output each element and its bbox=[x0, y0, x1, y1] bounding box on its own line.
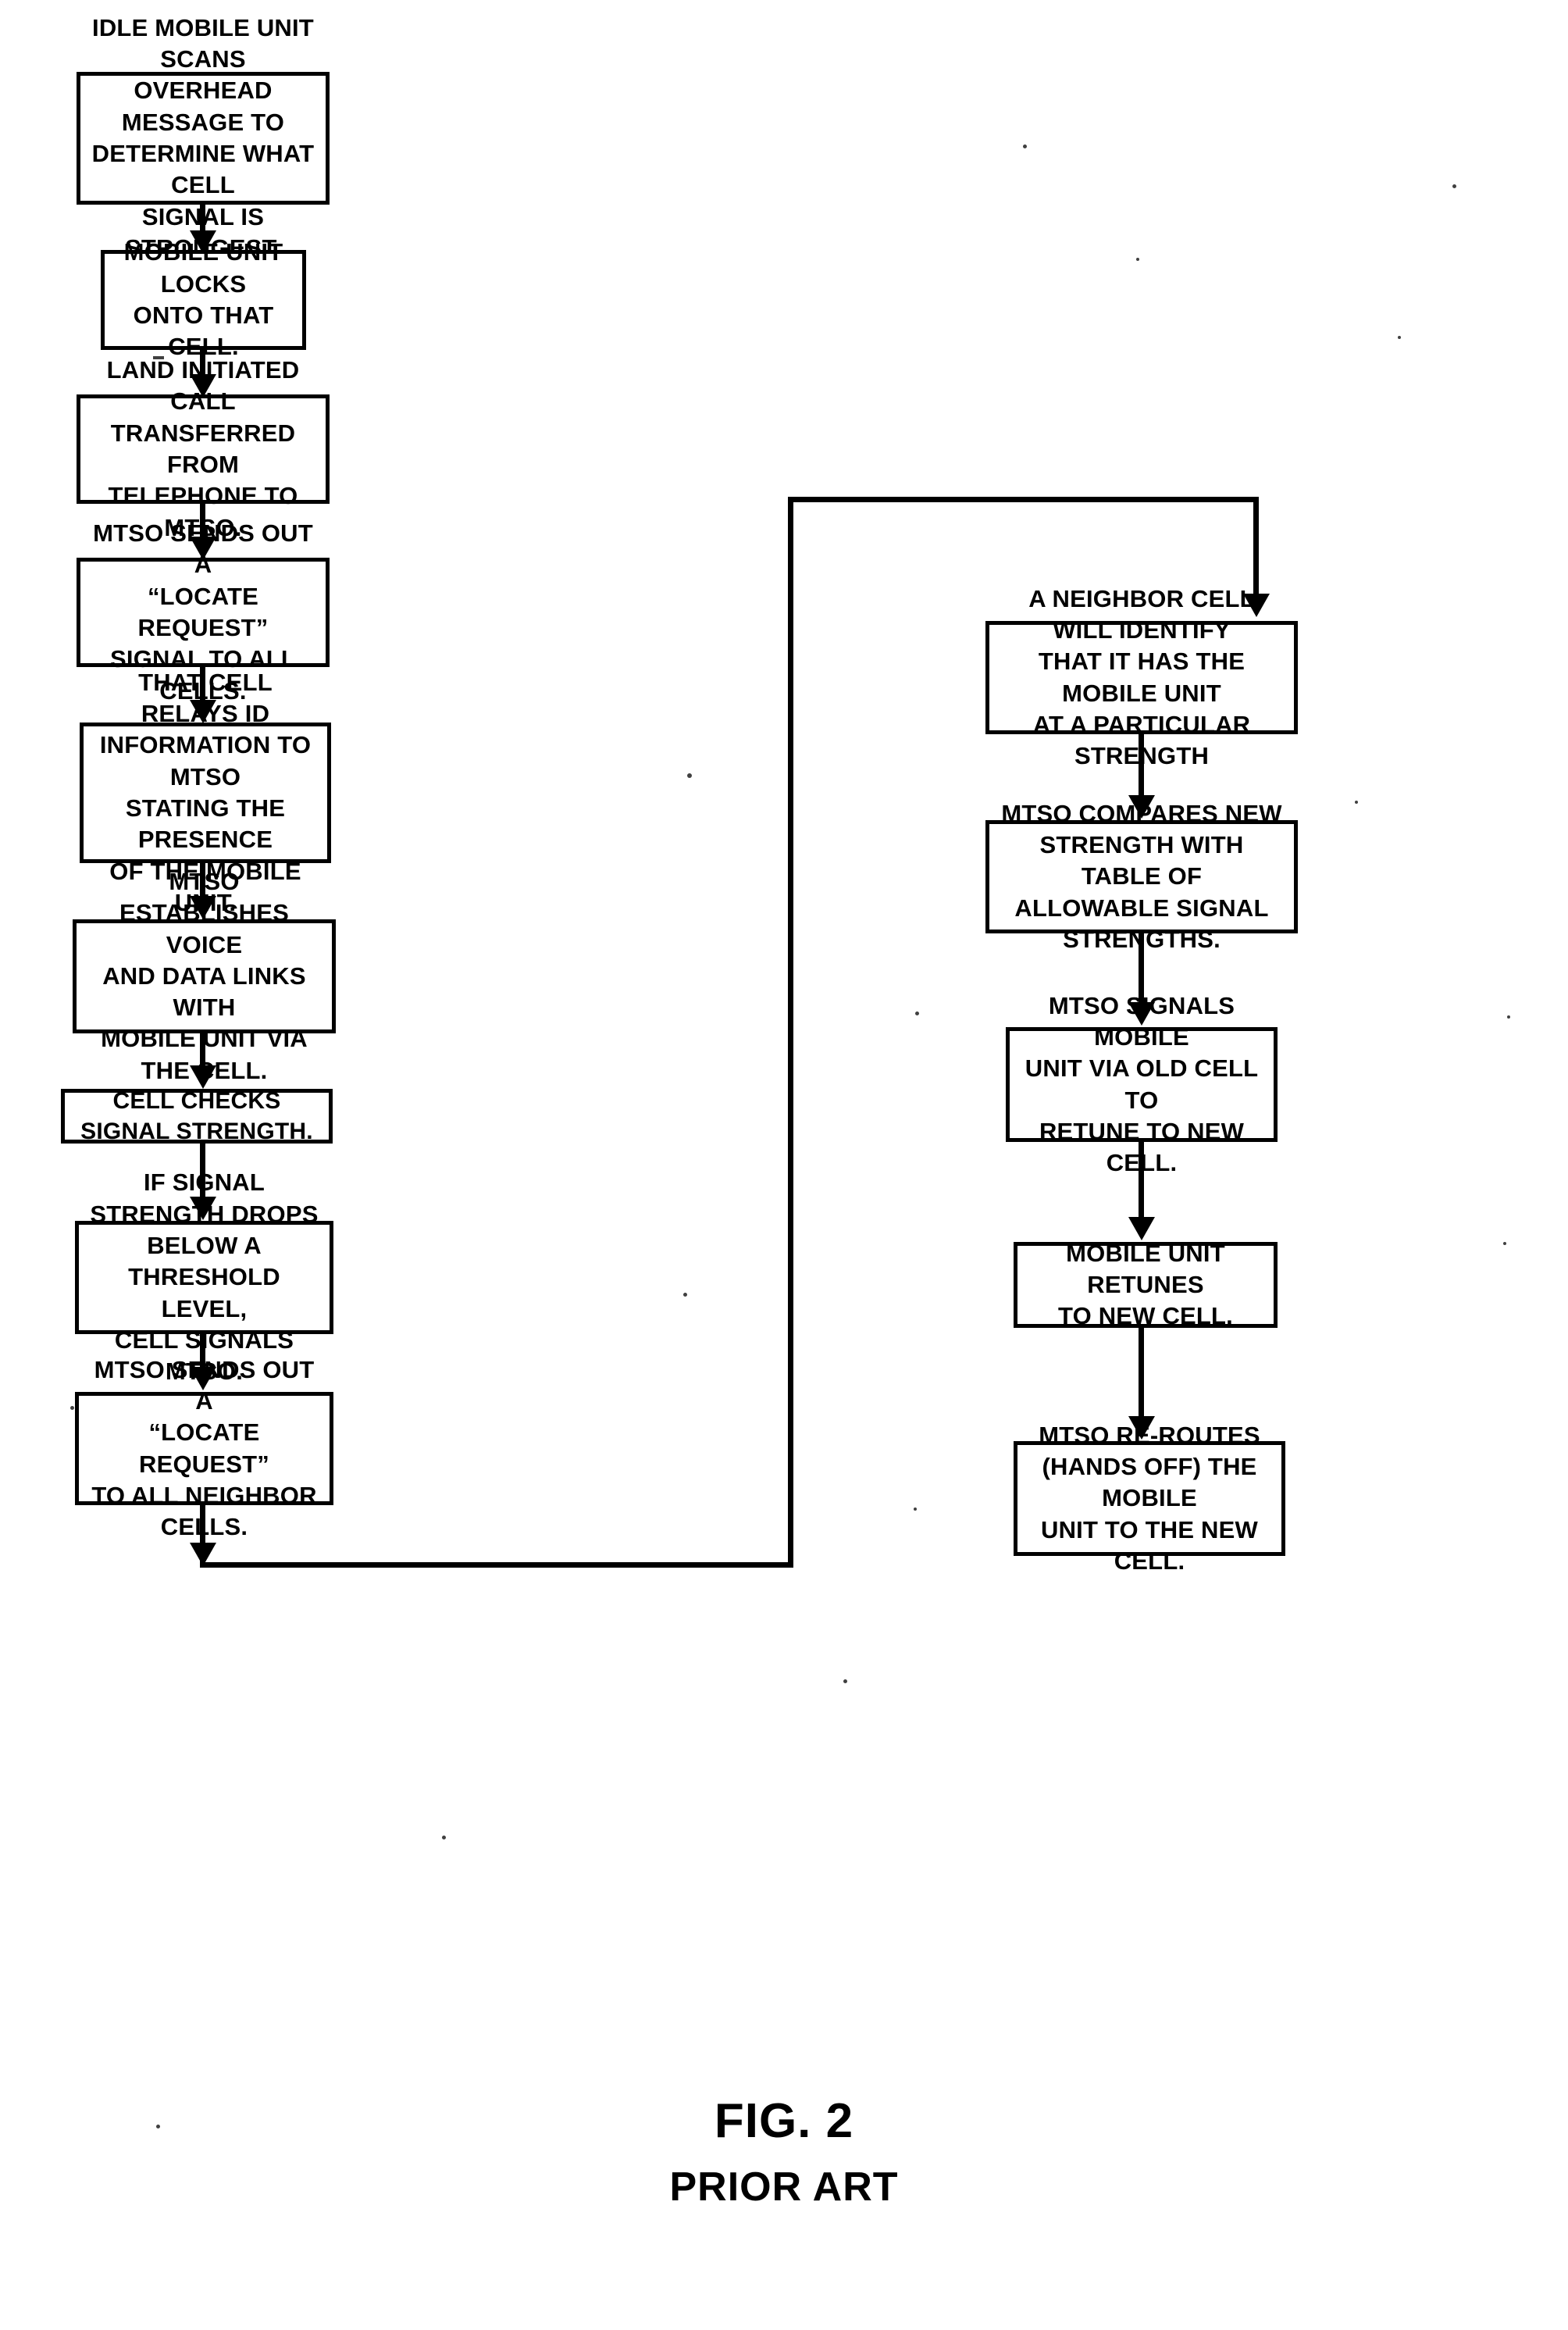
connector-r3-r4-line bbox=[1139, 1142, 1144, 1217]
connector-l7-l8-arrowhead bbox=[190, 1197, 216, 1220]
process-box-mtso-signals-mobile-unit-retune: MTSO SIGNALS MOBILE UNIT VIA OLD CELL TO… bbox=[1006, 992, 1278, 1176]
connector-r2-r3-arrowhead bbox=[1128, 1002, 1155, 1026]
figure-number-label: FIG. 2 bbox=[0, 2093, 1568, 2149]
connector-l5-l6-arrowhead bbox=[190, 896, 216, 919]
process-box-text: MOBILE UNIT LOCKS ONTO THAT CELL. bbox=[123, 238, 283, 361]
connector-l8-l9-arrowhead bbox=[190, 1367, 216, 1390]
connector-r4-r5-arrowhead bbox=[1128, 1416, 1155, 1440]
process-box-text: CELL CHECKS SIGNAL STRENGTH. bbox=[80, 1088, 313, 1144]
connector-l7-l8-line bbox=[200, 1144, 205, 1197]
process-box-cell-relays-id-information: THAT CELL RELAYS ID INFORMATION TO MTSO … bbox=[80, 669, 331, 916]
process-box-cell-checks-signal-strength: CELL CHECKS SIGNAL STRENGTH. bbox=[61, 1088, 333, 1144]
process-box-if-signal-strength-drops: IF SIGNAL STRENGTH DROPS BELOW A THRESHO… bbox=[75, 1169, 333, 1385]
connector-loop-arrowhead-into-r1 bbox=[1243, 594, 1270, 617]
process-box-mtso-establishes-voice-data-links: MTSO ESTABLISHES VOICE AND DATA LINKS WI… bbox=[73, 868, 336, 1084]
process-box-text: MTSO COMPARES NEW STRENGTH WITH TABLE OF… bbox=[1001, 799, 1282, 953]
process-box-mobile-unit-retunes: MOBILE UNIT RETUNES TO NEW CELL. bbox=[1014, 1240, 1278, 1329]
scan-speck bbox=[70, 1406, 74, 1410]
process-box-mtso-sends-locate-request-all-cells: MTSO SENDS OUT A “LOCATE REQUEST” SIGNAL… bbox=[77, 519, 330, 705]
scan-speck bbox=[153, 356, 164, 359]
connector-l6-l7-line bbox=[200, 1033, 205, 1066]
scan-speck bbox=[1355, 801, 1358, 804]
connector-l2-l3-arrowhead bbox=[190, 374, 216, 398]
connector-r1-r2-line bbox=[1139, 734, 1144, 795]
scan-speck bbox=[1023, 145, 1027, 148]
process-box-mtso-re-routes-hands-off: MTSO RE-ROUTES (HANDS OFF) THE MOBILE UN… bbox=[1014, 1422, 1285, 1575]
connector-l6-l7-arrowhead bbox=[190, 1065, 216, 1089]
figure-number-text: FIG. 2 bbox=[714, 2094, 854, 2148]
connector-r4-r5-line bbox=[1139, 1328, 1144, 1416]
process-box-text: MTSO RE-ROUTES (HANDS OFF) THE MOBILE UN… bbox=[1039, 1421, 1260, 1575]
connector-r2-r3-line bbox=[1139, 933, 1144, 1002]
scan-speck bbox=[683, 1293, 687, 1297]
process-box-mtso-compares-new-strength: MTSO COMPARES NEW STRENGTH WITH TABLE OF… bbox=[985, 800, 1298, 953]
connector-loop-right-vertical bbox=[788, 497, 793, 1568]
connector-l5-l6-line bbox=[200, 863, 205, 897]
connector-l3-l4-arrowhead bbox=[190, 537, 216, 560]
scan-speck bbox=[1136, 258, 1139, 261]
connector-r1-r2-arrowhead bbox=[1128, 795, 1155, 819]
scan-speck bbox=[1398, 336, 1401, 339]
connector-l3-l4-line bbox=[200, 504, 205, 538]
connector-loop-descent-to-r1 bbox=[1253, 497, 1259, 600]
scan-speck bbox=[1503, 1242, 1506, 1245]
connector-loop-top-horizontal bbox=[788, 497, 1259, 502]
process-box-idle-mobile-unit-scans: IDLE MOBILE UNIT SCANS OVERHEAD MESSAGE … bbox=[77, 14, 330, 262]
process-box-mtso-sends-locate-request-neighbor-cells: MTSO SENDS OUT A “LOCATE REQUEST” TO ALL… bbox=[75, 1356, 333, 1540]
scan-speck bbox=[1507, 1015, 1510, 1019]
scan-speck bbox=[687, 773, 692, 778]
process-box-mobile-unit-locks: MOBILE UNIT LOCKS ONTO THAT CELL. bbox=[101, 238, 306, 360]
figure-prior-art-label: PRIOR ART bbox=[0, 2164, 1568, 2210]
connector-r3-r4-arrowhead bbox=[1128, 1217, 1155, 1240]
process-box-land-initiated-call: LAND INITIATED CALL TRANSFERRED FROM TEL… bbox=[77, 356, 330, 541]
scan-speck bbox=[156, 2125, 160, 2128]
scan-speck bbox=[442, 1836, 446, 1839]
connector-loop-bottom-horizontal bbox=[200, 1562, 793, 1568]
connector-l4-l5-arrowhead bbox=[190, 700, 216, 723]
scan-speck bbox=[915, 1012, 919, 1015]
connector-l1-l2-arrowhead bbox=[190, 230, 216, 254]
scan-speck bbox=[914, 1508, 917, 1511]
scan-speck bbox=[843, 1679, 847, 1683]
patent-figure-2: IDLE MOBILE UNIT SCANS OVERHEAD MESSAGE … bbox=[0, 0, 1568, 2330]
process-box-text: MOBILE UNIT RETUNES TO NEW CELL. bbox=[1058, 1239, 1233, 1330]
process-box-neighbor-cell-will-identify: A NEIGHBOR CELL WILL IDENTIFY THAT IT HA… bbox=[985, 585, 1298, 769]
figure-prior-art-text: PRIOR ART bbox=[669, 2164, 899, 2210]
scan-speck bbox=[1452, 184, 1456, 188]
connector-l4-l5-line bbox=[200, 667, 205, 701]
connector-l8-l9-line bbox=[200, 1334, 205, 1369]
